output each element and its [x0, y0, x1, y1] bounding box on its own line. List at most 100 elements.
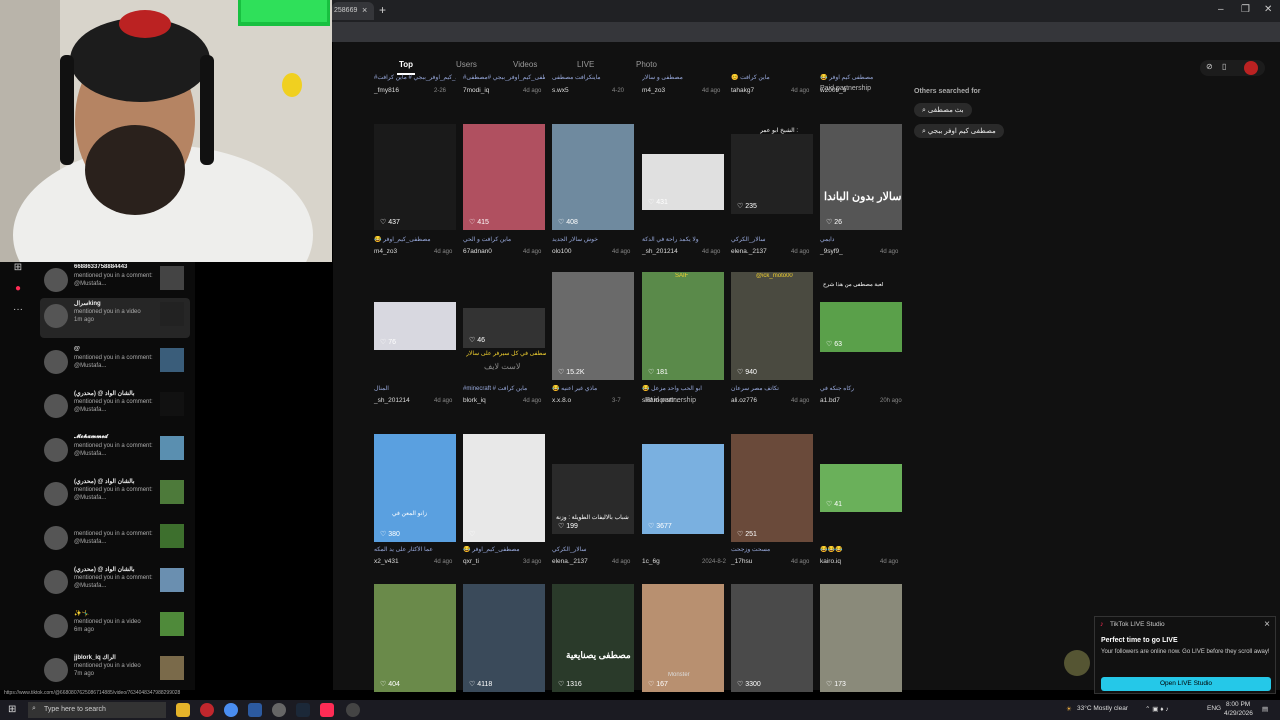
video-author[interactable]: _sh_201214	[374, 397, 410, 404]
video-author[interactable]: _9syf9_	[820, 248, 843, 255]
notification-item[interactable]: بالشان الواد @ (محدري) mentioned you in a…	[40, 564, 190, 604]
notification-item[interactable]: سرالking mentioned you in a video 1m ago	[40, 298, 190, 338]
video-thumbnail[interactable]: 41	[820, 464, 902, 512]
chrome-icon[interactable]	[224, 703, 238, 717]
video-author[interactable]: 67adnan0	[463, 248, 492, 255]
notification-thumbnail[interactable]	[160, 480, 184, 504]
notification-user[interactable]: 𝓜𝓸𝓱𝓪𝓶𝓶𝓮𝓭	[74, 434, 154, 441]
video-thumbnail[interactable]: 1316	[552, 584, 634, 692]
video-thumbnail[interactable]: 431	[642, 154, 724, 210]
video-thumbnail[interactable]: 26	[820, 124, 902, 230]
video-author[interactable]: _fmy816	[374, 87, 399, 94]
sync-icon[interactable]: ⊘	[1206, 62, 1213, 71]
notification-thumbnail[interactable]	[160, 302, 184, 326]
file-explorer-icon[interactable]	[176, 703, 190, 717]
tab-top[interactable]: Top	[399, 60, 413, 69]
video-thumbnail[interactable]: 63	[820, 302, 902, 352]
minimize-button[interactable]: –	[1218, 4, 1224, 15]
video-author[interactable]: m4_zo3	[642, 87, 665, 94]
maximize-button[interactable]: ❐	[1241, 4, 1250, 15]
video-thumbnail[interactable]: 46	[463, 308, 545, 348]
video-author[interactable]: blork_iq	[463, 397, 486, 404]
avatar[interactable]	[44, 614, 68, 638]
opera-icon[interactable]	[200, 703, 214, 717]
windows-start-icon[interactable]: ⊞	[8, 704, 16, 715]
taskbar-search[interactable]: ⌕ Type here to search	[28, 702, 166, 718]
user-avatar[interactable]	[1244, 61, 1258, 75]
avatar[interactable]	[44, 438, 68, 462]
video-thumbnail[interactable]: 940	[731, 272, 813, 380]
notification-user[interactable]: 6688633758884443	[74, 264, 154, 270]
media-player-icon[interactable]	[346, 703, 360, 717]
notification-thumbnail[interactable]	[160, 436, 184, 460]
video-author[interactable]: x2_v431	[374, 558, 399, 565]
related-search-chip[interactable]: ⌕ مصطفى كيم اوفر ببجي	[914, 124, 1004, 138]
video-author[interactable]: elena._2137	[552, 558, 588, 565]
mobile-icon[interactable]: ▯	[1222, 62, 1226, 71]
notification-thumbnail[interactable]	[160, 392, 184, 416]
notification-item[interactable]: بالشان الواد @ (محدري) mentioned you in a…	[40, 476, 190, 516]
notification-item[interactable]: ✨🤸‍♂️ mentioned you in a video 6m ago	[40, 608, 190, 648]
video-thumbnail[interactable]: 76	[374, 302, 456, 350]
video-thumbnail[interactable]: 415	[463, 124, 545, 230]
steam-icon[interactable]	[296, 703, 310, 717]
video-thumbnail[interactable]: 3300	[731, 584, 813, 692]
video-thumbnail[interactable]: 15.2K	[552, 272, 634, 380]
video-thumbnail[interactable]: 380	[374, 434, 456, 542]
video-author[interactable]: qxr_ti	[463, 558, 479, 565]
video-thumbnail[interactable]: 235	[731, 134, 813, 214]
video-author[interactable]: m4_zo3	[374, 248, 397, 255]
avatar[interactable]	[44, 394, 68, 418]
language-indicator[interactable]: ENG	[1207, 705, 1221, 712]
avatar[interactable]	[44, 482, 68, 506]
tab-close-icon[interactable]: ×	[362, 5, 367, 15]
video-author[interactable]: kairo.iq	[820, 558, 841, 565]
obs-icon[interactable]	[272, 703, 286, 717]
notification-center-icon[interactable]: ▤	[1262, 705, 1268, 713]
notification-thumbnail[interactable]	[160, 612, 184, 636]
notification-thumbnail[interactable]	[160, 348, 184, 372]
live-avatar[interactable]	[1064, 650, 1090, 676]
notification-item[interactable]: 𝓜𝓸𝓱𝓪𝓶𝓶𝓮𝓭 mentioned you in a comment: @Mus…	[40, 432, 190, 472]
notification-user[interactable]: jjblork_iq الراك	[74, 654, 154, 661]
notification-user[interactable]: @	[74, 346, 154, 352]
notification-user[interactable]: سرالking	[74, 300, 154, 307]
notification-thumbnail[interactable]	[160, 266, 184, 290]
tab-users[interactable]: Users	[456, 60, 477, 69]
tab-videos[interactable]: Videos	[513, 60, 537, 69]
add-icon[interactable]: ⊞	[9, 262, 27, 273]
video-thumbnail[interactable]: 4118	[463, 584, 545, 692]
avatar[interactable]	[44, 350, 68, 374]
more-icon[interactable]: ···	[9, 304, 27, 315]
tab-live[interactable]: LIVE	[577, 60, 594, 69]
avatar[interactable]	[44, 570, 68, 594]
popup-close-icon[interactable]: ×	[1264, 619, 1270, 630]
video-author[interactable]: elena._2137	[731, 248, 767, 255]
tray-icons[interactable]: ⌃ ▣ ♦ ♪	[1145, 705, 1169, 713]
weather-text[interactable]: 33°C Mostly clear	[1077, 705, 1128, 712]
video-author[interactable]: ali.oz776	[731, 397, 757, 404]
notification-thumbnail[interactable]	[160, 656, 184, 680]
avatar[interactable]	[44, 304, 68, 328]
video-thumbnail[interactable]: 437	[374, 124, 456, 230]
avatar[interactable]	[44, 268, 68, 292]
notification-thumbnail[interactable]	[160, 568, 184, 592]
video-thumbnail[interactable]: 181	[642, 272, 724, 380]
browser-tab[interactable]: 258669	[332, 2, 374, 20]
notification-user[interactable]: بالشان الواد @ (محدري)	[74, 478, 154, 485]
video-author[interactable]: 1c_6g	[642, 558, 660, 565]
avatar[interactable]	[44, 526, 68, 550]
notification-item[interactable]: بالشان الواد @ (محدري) mentioned you in a…	[40, 388, 190, 428]
video-author[interactable]: 7modi_iq	[463, 87, 489, 94]
notification-user[interactable]: بالشان الواد @ (محدري)	[74, 390, 154, 397]
notification-item[interactable]: jjblork_iq الراك mentioned you in a video…	[40, 652, 190, 692]
notification-thumbnail[interactable]	[160, 524, 184, 548]
close-window-button[interactable]: ✕	[1264, 4, 1272, 15]
video-author[interactable]: a1.bd7	[820, 397, 840, 404]
video-thumbnail[interactable]: 199	[552, 464, 634, 534]
app-icon[interactable]	[248, 703, 262, 717]
video-thumbnail[interactable]: 3677	[642, 444, 724, 534]
tiktok-icon[interactable]	[320, 703, 334, 717]
notification-item[interactable]: 6688633758884443 mentioned you in a comme…	[40, 262, 190, 302]
notification-user[interactable]: ✨🤸‍♂️	[74, 610, 154, 617]
